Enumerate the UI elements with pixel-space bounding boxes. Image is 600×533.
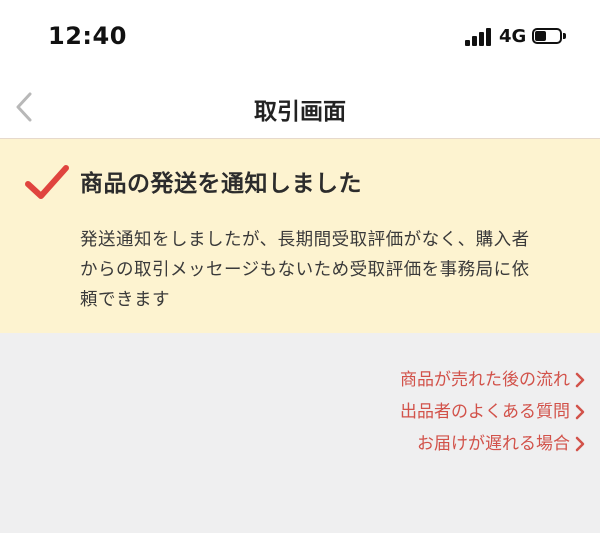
chevron-right-icon bbox=[575, 404, 585, 420]
chevron-right-icon bbox=[575, 372, 585, 388]
notice-title: 商品の発送を通知しました bbox=[80, 171, 362, 197]
status-bar: 12:40 4G bbox=[0, 0, 600, 78]
notice-body-line: からの取引メッセージもないため受取評価を事務局に依 bbox=[80, 260, 530, 280]
chevron-right-icon bbox=[575, 436, 585, 452]
link-label: 商品が売れた後の流れ bbox=[400, 370, 570, 390]
page-title: 取引画面 bbox=[254, 99, 346, 125]
battery-icon bbox=[532, 28, 566, 45]
link-after-sale-flow[interactable]: 商品が売れた後の流れ bbox=[400, 364, 586, 396]
notice-body-line: 頼できます bbox=[80, 290, 170, 310]
link-label: 出品者のよくある質問 bbox=[400, 402, 570, 422]
nav-bar: 取引画面 bbox=[0, 78, 600, 139]
signal-bars-icon bbox=[465, 28, 493, 46]
link-delivery-delayed[interactable]: お届けが遅れる場合 bbox=[400, 428, 586, 460]
checkmark-icon bbox=[25, 165, 69, 199]
notice-body: 発送通知をしましたが、長期間受取評価がなく、購入者 からの取引メッセージもないた… bbox=[80, 225, 585, 315]
help-links: 商品が売れた後の流れ 出品者のよくある質問 お届けが遅れる場合 bbox=[400, 364, 586, 460]
network-type: 4G bbox=[499, 26, 527, 47]
status-time: 12:40 bbox=[48, 22, 127, 50]
link-label: お届けが遅れる場合 bbox=[417, 434, 570, 454]
link-seller-faq[interactable]: 出品者のよくある質問 bbox=[400, 396, 586, 428]
notice-body-line: 発送通知をしましたが、長期間受取評価がなく、購入者 bbox=[80, 230, 530, 250]
